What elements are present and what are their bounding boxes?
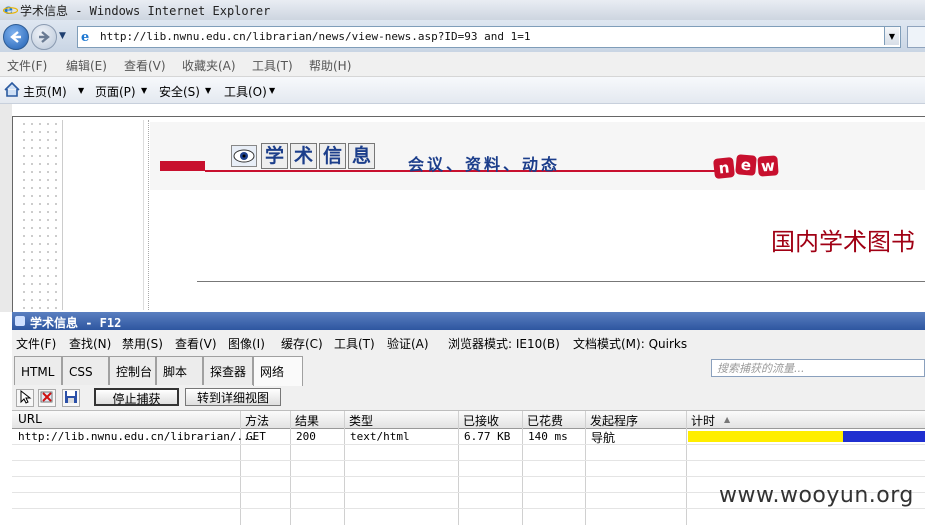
header-char: 术 <box>290 143 317 169</box>
traffic-search-input[interactable]: 搜索捕获的流量... <box>711 359 925 377</box>
ie-logo-icon: e <box>3 2 18 17</box>
browser-mode-menu[interactable]: 浏览器模式: IE10(B) <box>448 335 560 352</box>
menu-file[interactable]: 文件(F) <box>7 57 47 74</box>
content-divider <box>197 281 925 282</box>
col-type[interactable]: 类型 <box>349 412 373 429</box>
tools-dropdown-icon[interactable]: ▼ <box>269 86 275 95</box>
window-title: 学术信息 - Windows Internet Explorer <box>20 4 271 18</box>
devtools-title: 学术信息 - F12 <box>30 316 122 330</box>
devtools-menu-view[interactable]: 查看(V) <box>175 335 217 352</box>
command-bar: 主页(M) ▼ 页面(P) ▼ 安全(S) ▼ 工具(O) ▼ <box>0 77 925 104</box>
devtools-menu-bar: 文件(F) 查找(N) 禁用(S) 查看(V) 图像(I) 缓存(C) 工具(T… <box>12 330 925 354</box>
watermark: www.wooyun.org <box>719 483 914 508</box>
back-button[interactable] <box>3 24 29 50</box>
col-url[interactable]: URL <box>18 412 42 426</box>
col-received[interactable]: 已接收 <box>463 412 499 429</box>
row-divider <box>12 444 925 445</box>
page-icon: e <box>81 30 89 43</box>
devtools-menu-validate[interactable]: 验证(A) <box>387 335 429 352</box>
safety-menu-button[interactable]: 安全(S) <box>159 83 200 100</box>
forward-button[interactable] <box>31 24 57 50</box>
stop-capture-button[interactable]: 停止捕获 <box>94 388 179 406</box>
row-method: GET <box>246 430 266 443</box>
clear-entries-icon[interactable] <box>38 389 56 407</box>
menu-bar: 文件(F) 编辑(E) 查看(V) 收藏夹(A) 工具(T) 帮助(H) <box>0 52 925 77</box>
svg-text:e: e <box>81 30 89 43</box>
sort-arrow-icon: ▲ <box>724 415 731 424</box>
side-column <box>62 120 144 310</box>
col-result[interactable]: 结果 <box>295 412 319 429</box>
compat-view-icon[interactable] <box>907 26 925 48</box>
address-dropdown-icon[interactable]: ▼ <box>884 27 899 45</box>
new-badge-letter: e <box>735 154 757 176</box>
header-char: 信 <box>319 143 346 169</box>
menu-view[interactable]: 查看(V) <box>124 57 166 74</box>
tab-css[interactable]: CSS <box>62 356 109 385</box>
menu-help[interactable]: 帮助(H) <box>309 57 351 74</box>
devtools-menu-images[interactable]: 图像(I) <box>228 335 265 352</box>
timing-bar-receive <box>843 431 925 442</box>
network-toolbar: 停止捕获 转到详细视图 <box>12 386 925 411</box>
tab-html[interactable]: HTML <box>14 356 62 385</box>
home-icon <box>4 82 20 97</box>
select-element-icon[interactable] <box>16 389 34 407</box>
home-button[interactable]: 主页(M) <box>23 83 67 100</box>
devtools-menu-cache[interactable]: 缓存(C) <box>281 335 323 352</box>
header-subtitle: 会议、资料、动态 <box>408 155 561 174</box>
svg-text:e: e <box>4 2 13 17</box>
new-badge-letter: n <box>713 157 735 179</box>
home-dropdown-icon[interactable]: ▼ <box>78 86 84 95</box>
menu-edit[interactable]: 编辑(E) <box>66 57 107 74</box>
menu-tools[interactable]: 工具(T) <box>252 57 293 74</box>
forward-arrow-icon <box>39 31 50 43</box>
row-url[interactable]: http://lib.nwnu.edu.cn/librarian/... <box>18 430 256 443</box>
back-arrow-icon <box>10 31 21 43</box>
save-icon[interactable] <box>62 389 80 407</box>
devtools-icon <box>15 316 25 326</box>
devtools-titlebar: 学术信息 - F12 <box>12 312 925 330</box>
content-margin <box>0 104 12 312</box>
devtools-menu-disable[interactable]: 禁用(S) <box>122 335 163 352</box>
network-grid-header: URL 方法 结果 类型 已接收 已花费 发起程序 计时 ▲ <box>12 411 925 429</box>
side-separator <box>142 120 149 310</box>
dotted-column <box>20 120 60 310</box>
devtools-menu-find[interactable]: 查找(N) <box>69 335 111 352</box>
row-divider <box>12 460 925 461</box>
header-red-block <box>160 161 205 171</box>
devtools-menu-file[interactable]: 文件(F) <box>16 335 56 352</box>
address-bar[interactable]: e http://lib.nwnu.edu.cn/librarian/news/… <box>77 26 901 48</box>
document-mode-menu[interactable]: 文档模式(M): Quirks <box>573 335 687 352</box>
history-dropdown-icon[interactable]: ▼ <box>59 31 66 41</box>
menu-favorites[interactable]: 收藏夹(A) <box>182 57 236 74</box>
row-type: text/html <box>350 430 410 443</box>
row-initiator: 导航 <box>591 431 616 445</box>
tab-console[interactable]: 控制台 <box>109 356 156 385</box>
tab-network[interactable]: 网络 <box>253 356 303 387</box>
col-taken[interactable]: 已花费 <box>527 412 563 429</box>
row-divider <box>12 508 925 509</box>
timing-bar-wait <box>688 431 843 442</box>
row-received: 6.77 KB <box>464 430 511 443</box>
tools-menu-button[interactable]: 工具(O) <box>224 83 267 100</box>
header-char: 息 <box>348 143 375 169</box>
col-timing[interactable]: 计时 <box>691 412 715 429</box>
row-taken: 140 ms <box>528 430 568 443</box>
header-char: 学 <box>261 143 288 169</box>
col-method[interactable]: 方法 <box>245 412 269 429</box>
row-result: 200 <box>296 430 316 443</box>
eye-logo-icon <box>231 145 257 167</box>
page-menu-button[interactable]: 页面(P) <box>95 83 136 100</box>
tab-script[interactable]: 脚本 <box>156 356 203 385</box>
row-divider <box>12 476 925 477</box>
new-badge-letter: w <box>757 155 779 177</box>
devtools-menu-tools[interactable]: 工具(T) <box>334 335 375 352</box>
tab-profiler[interactable]: 探查器 <box>203 356 253 385</box>
safety-dropdown-icon[interactable]: ▼ <box>205 86 211 95</box>
col-initiator[interactable]: 发起程序 <box>590 412 638 429</box>
window-titlebar: e 学术信息 - Windows Internet Explorer <box>0 0 925 20</box>
detail-view-button[interactable]: 转到详细视图 <box>185 388 281 406</box>
page-dropdown-icon[interactable]: ▼ <box>141 86 147 95</box>
page-title: 国内学术图书 <box>771 228 915 256</box>
address-url[interactable]: http://lib.nwnu.edu.cn/librarian/news/vi… <box>100 30 530 43</box>
